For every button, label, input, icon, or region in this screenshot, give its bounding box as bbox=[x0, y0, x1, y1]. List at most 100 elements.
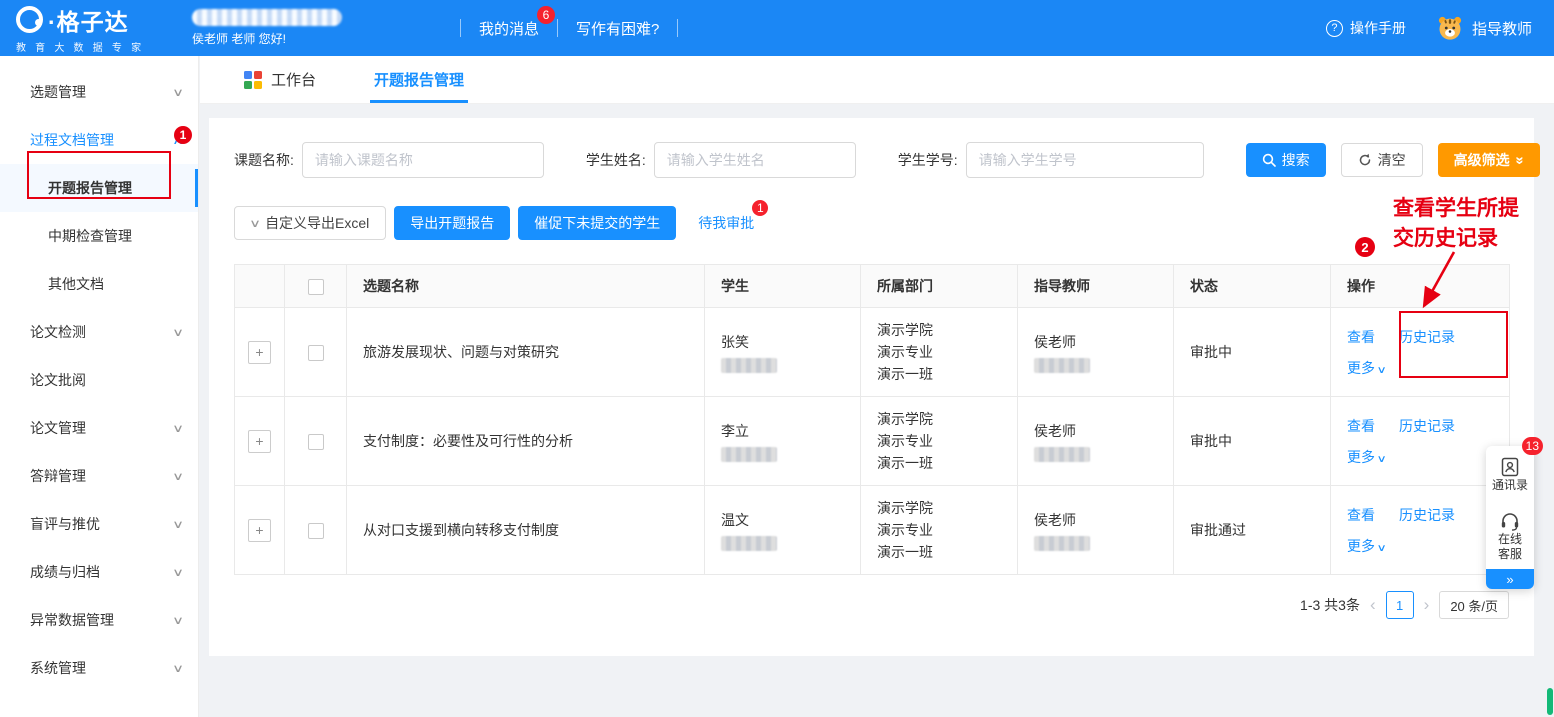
tiger-mascot-icon bbox=[1436, 14, 1464, 42]
sidebar-item-defense-mgmt[interactable]: 答辩管理 ∨ bbox=[0, 452, 198, 500]
content-card: 课题名称: 学生姓名: 学生学号: 搜索 bbox=[209, 118, 1534, 656]
actions-cell: 查看 历史记录 更多∨ bbox=[1331, 397, 1510, 486]
sidebar-item-paper-review[interactable]: 论文批阅 bbox=[0, 356, 198, 404]
tab-opening-report-mgmt[interactable]: 开题报告管理 bbox=[374, 69, 464, 103]
pagination: 1-3 共3条 ‹ 1 › 20 条/页 bbox=[234, 591, 1509, 619]
teacher-cell: 侯老师 bbox=[1018, 486, 1174, 575]
student-name-label: 学生姓名: bbox=[586, 150, 646, 170]
col-teacher: 指导教师 bbox=[1018, 265, 1174, 308]
col-student: 学生 bbox=[705, 265, 861, 308]
department-cell: 演示学院 演示专业 演示一班 bbox=[861, 397, 1018, 486]
table-row: + 支付制度：必要性及可行性的分析 李立 演示学院 演示专业 演示一班 侯老师 … bbox=[235, 397, 1510, 486]
history-link[interactable]: 历史记录 bbox=[1399, 327, 1455, 347]
view-link[interactable]: 查看 bbox=[1347, 416, 1375, 436]
my-messages-link[interactable]: 我的消息 6 bbox=[479, 18, 539, 39]
writing-help-link[interactable]: 写作有困难? bbox=[576, 18, 659, 39]
topic-cell: 从对口支援到横向转移支付制度 bbox=[347, 486, 705, 575]
col-status: 状态 bbox=[1174, 265, 1331, 308]
collapse-widget-button[interactable]: » bbox=[1486, 569, 1534, 589]
department-cell: 演示学院 演示专业 演示一班 bbox=[861, 308, 1018, 397]
sidebar-item-opening-report[interactable]: 开题报告管理 bbox=[0, 164, 198, 212]
actions-cell: 查看 历史记录 更多∨ bbox=[1331, 486, 1510, 575]
logo-subtitle: 教 育 大 数 据 专 家 bbox=[16, 39, 182, 54]
search-button[interactable]: 搜索 bbox=[1246, 143, 1326, 177]
department-cell: 演示学院 演示专业 演示一班 bbox=[861, 486, 1018, 575]
header-divider bbox=[677, 19, 678, 37]
sidebar-item-other-docs[interactable]: 其他文档 bbox=[0, 260, 198, 308]
view-link[interactable]: 查看 bbox=[1347, 505, 1375, 525]
sidebar-item-abnormal-data[interactable]: 异常数据管理 ∨ bbox=[0, 596, 198, 644]
student-name-input[interactable] bbox=[654, 142, 856, 178]
chevron-down-icon: ∨ bbox=[172, 422, 184, 435]
headset-icon bbox=[1499, 510, 1521, 532]
toolbar-row: ∨ 自定义导出Excel 导出开题报告 催促下未提交的学生 待我审批 1 bbox=[234, 206, 1509, 240]
blurred-teacher-id bbox=[1034, 447, 1090, 462]
report-table: 选题名称 学生 所属部门 指导教师 状态 操作 + 旅游发展现状、问题与对策研究… bbox=[234, 264, 1510, 575]
row-checkbox[interactable] bbox=[308, 523, 324, 539]
teacher-role: 指导教师 bbox=[1436, 14, 1532, 42]
blurred-student-id bbox=[721, 536, 777, 551]
page-scrollbar-thumb[interactable] bbox=[1547, 688, 1553, 715]
sidebar-item-blind-review[interactable]: 盲评与推优 ∨ bbox=[0, 500, 198, 548]
topic-name-input[interactable] bbox=[302, 142, 544, 178]
custom-export-excel-button[interactable]: ∨ 自定义导出Excel bbox=[234, 206, 386, 240]
logo-text: ·格子达 bbox=[48, 3, 129, 37]
expand-row-button[interactable]: + bbox=[248, 341, 271, 364]
row-checkbox[interactable] bbox=[308, 345, 324, 361]
chevron-down-icon: ∨ bbox=[249, 217, 261, 230]
more-link[interactable]: 更多∨ bbox=[1347, 360, 1385, 376]
logo-g-icon bbox=[16, 6, 43, 33]
pending-approval-link[interactable]: 待我审批 1 bbox=[698, 213, 754, 233]
double-chevron-right-icon: » bbox=[1506, 572, 1513, 587]
chevron-up-icon: ∧ bbox=[172, 134, 184, 147]
urge-students-button[interactable]: 催促下未提交的学生 bbox=[518, 206, 676, 240]
blurred-teacher-id bbox=[1034, 536, 1090, 551]
chevron-down-icon: ∨ bbox=[172, 326, 184, 339]
sidebar-item-midterm-check[interactable]: 中期检查管理 bbox=[0, 212, 198, 260]
sidebar-item-paper-mgmt[interactable]: 论文管理 ∨ bbox=[0, 404, 198, 452]
history-link[interactable]: 历史记录 bbox=[1399, 505, 1455, 525]
question-icon: ? bbox=[1326, 20, 1343, 37]
sidebar-item-system-mgmt[interactable]: 系统管理 ∨ bbox=[0, 644, 198, 692]
app-logo: ·格子达 教 育 大 数 据 专 家 bbox=[0, 3, 182, 54]
topic-name-label: 课题名称: bbox=[234, 150, 294, 170]
student-cell: 温文 bbox=[705, 486, 861, 575]
sidebar-item-process-docs[interactable]: 过程文档管理 ∧ bbox=[0, 116, 198, 164]
messages-badge: 6 bbox=[537, 6, 555, 24]
chevron-down-icon: ∨ bbox=[172, 86, 184, 99]
top-header: ·格子达 教 育 大 数 据 专 家 侯老师 老师 您好! 我的消息 6 写作有… bbox=[0, 0, 1554, 56]
student-id-input[interactable] bbox=[966, 142, 1204, 178]
prev-page-button[interactable]: ‹ bbox=[1370, 595, 1376, 615]
expand-row-button[interactable]: + bbox=[248, 430, 271, 453]
clear-button[interactable]: 清空 bbox=[1341, 143, 1423, 177]
more-link[interactable]: 更多∨ bbox=[1347, 449, 1385, 465]
more-link[interactable]: 更多∨ bbox=[1347, 538, 1385, 554]
sidebar-item-topic-mgmt[interactable]: 选题管理 ∨ bbox=[0, 68, 198, 116]
widget-badge: 13 bbox=[1522, 437, 1543, 455]
history-link[interactable]: 历史记录 bbox=[1399, 416, 1455, 436]
expand-row-button[interactable]: + bbox=[248, 519, 271, 542]
page-size-select[interactable]: 20 条/页 bbox=[1439, 591, 1509, 619]
double-chevron-down-icon: » bbox=[1511, 156, 1528, 164]
tab-workbench[interactable]: 工作台 bbox=[244, 69, 316, 103]
sidebar-item-paper-check[interactable]: 论文检测 ∨ bbox=[0, 308, 198, 356]
pagination-summary: 1-3 共3条 bbox=[1300, 595, 1360, 615]
table-row: + 旅游发展现状、问题与对策研究 张笑 演示学院 演示专业 演示一班 侯老师 审… bbox=[235, 308, 1510, 397]
row-checkbox[interactable] bbox=[308, 434, 324, 450]
select-all-checkbox[interactable] bbox=[308, 279, 324, 295]
user-greeting-block: 侯老师 老师 您好! bbox=[192, 9, 442, 47]
table-row: + 从对口支援到横向转移支付制度 温文 演示学院 演示专业 演示一班 侯老师 审… bbox=[235, 486, 1510, 575]
teacher-cell: 侯老师 bbox=[1018, 397, 1174, 486]
table-header-row: 选题名称 学生 所属部门 指导教师 状态 操作 bbox=[235, 265, 1510, 308]
role-label: 指导教师 bbox=[1472, 18, 1532, 39]
advanced-filter-button[interactable]: 高级筛选 » bbox=[1438, 143, 1540, 177]
online-service-button[interactable]: 在线 客服 bbox=[1486, 500, 1534, 569]
manual-link[interactable]: ? 操作手册 bbox=[1326, 18, 1406, 38]
status-cell: 审批中 bbox=[1174, 397, 1331, 486]
export-report-button[interactable]: 导出开题报告 bbox=[394, 206, 510, 240]
blurred-teacher-id bbox=[1034, 358, 1090, 373]
next-page-button[interactable]: › bbox=[1424, 595, 1430, 615]
view-link[interactable]: 查看 bbox=[1347, 327, 1375, 347]
sidebar-item-grades-archive[interactable]: 成绩与归档 ∨ bbox=[0, 548, 198, 596]
page-number[interactable]: 1 bbox=[1386, 591, 1414, 619]
